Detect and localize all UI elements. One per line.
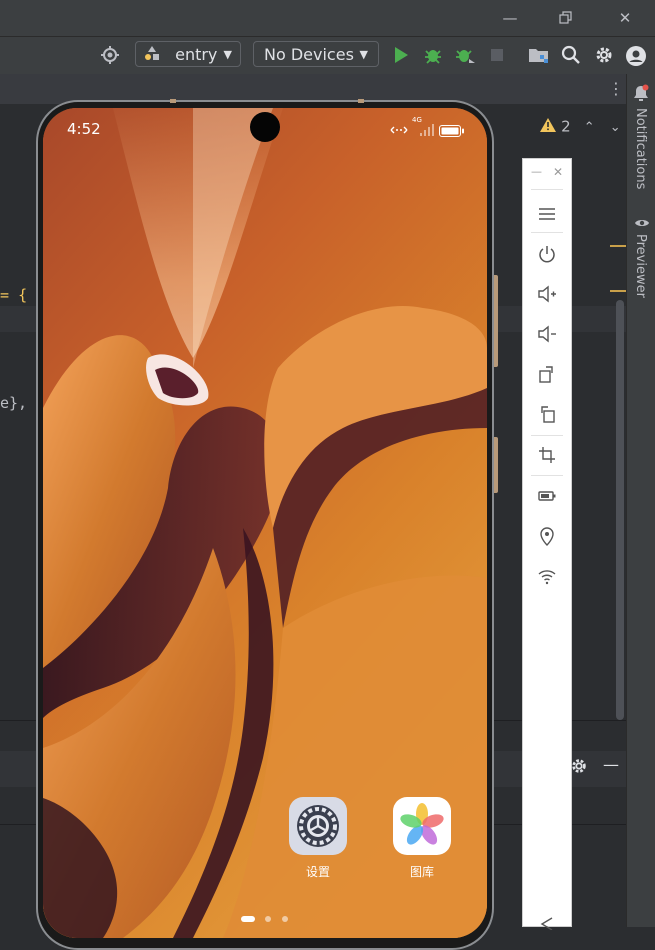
notifications-tab[interactable] xyxy=(633,84,649,106)
app-label: 设置 xyxy=(305,865,330,879)
bell-icon xyxy=(633,84,649,106)
gear-icon[interactable] xyxy=(570,757,588,779)
avatar[interactable] xyxy=(625,45,647,67)
divider xyxy=(531,189,563,190)
divider xyxy=(531,475,563,476)
power-button xyxy=(494,437,498,493)
power-icon[interactable] xyxy=(536,243,558,265)
target-icon[interactable] xyxy=(100,45,122,67)
code-line-e-brace: e}, xyxy=(0,394,28,412)
app-label: 图库 xyxy=(409,865,434,879)
frame-detail xyxy=(358,99,364,103)
right-tool-strip: Notifications Previewer xyxy=(626,74,655,927)
next-highlight-icon[interactable]: ⌄ xyxy=(610,120,621,135)
divider xyxy=(531,435,563,436)
notifications-tab-label[interactable]: Notifications xyxy=(633,108,648,189)
app-settings[interactable] xyxy=(289,797,347,855)
project-structure-icon[interactable] xyxy=(528,45,550,67)
hide-panel-icon[interactable]: — xyxy=(603,755,619,774)
clock: 4:52 xyxy=(67,120,101,138)
minimize-icon[interactable]: — xyxy=(531,165,542,178)
warning-stripe-mark[interactable] xyxy=(610,290,626,292)
gear-icon[interactable] xyxy=(594,45,616,67)
module-name: entry xyxy=(175,45,218,64)
previewer-tab-label[interactable]: Previewer xyxy=(633,234,648,298)
location-icon[interactable] xyxy=(536,525,558,547)
hotspot-icon xyxy=(389,121,409,140)
front-camera xyxy=(250,112,280,142)
debug-icon[interactable] xyxy=(423,45,445,67)
close-icon[interactable]: ✕ xyxy=(553,165,563,179)
inspection-widget[interactable]: 2 ⌃ ⌄ xyxy=(540,116,621,136)
more-options-icon[interactable]: ⋮ xyxy=(608,80,624,98)
signal-icon xyxy=(420,121,436,140)
run-icon[interactable] xyxy=(392,45,414,67)
minimize-icon[interactable]: — xyxy=(496,6,524,30)
chevron-down-icon: ▼ xyxy=(223,48,232,61)
app-gallery[interactable] xyxy=(393,797,451,855)
volume-button xyxy=(494,275,498,367)
battery-icon xyxy=(439,122,465,141)
attach-debugger-icon[interactable] xyxy=(455,45,477,67)
module-icon xyxy=(144,43,162,69)
search-icon[interactable] xyxy=(561,45,583,67)
chevron-down-icon: ▼ xyxy=(359,48,368,61)
battery-icon[interactable] xyxy=(536,485,558,507)
eye-icon xyxy=(634,214,650,233)
status-bar: 4:52 4G xyxy=(43,108,487,148)
restore-icon[interactable] xyxy=(552,6,580,30)
gallery-icon xyxy=(393,803,451,859)
close-icon[interactable]: ✕ xyxy=(611,6,639,30)
volume-down-icon[interactable] xyxy=(536,323,558,345)
page-dot[interactable] xyxy=(282,916,288,922)
warning-stripe-mark[interactable] xyxy=(610,245,626,247)
rotate-counterclockwise-icon[interactable] xyxy=(536,403,558,425)
settings-icon xyxy=(289,805,347,859)
stop-icon[interactable] xyxy=(489,45,511,67)
device-screen[interactable]: 4:52 4G 设置 图库 xyxy=(43,108,487,938)
code-line-brace: = { xyxy=(0,286,28,304)
back-icon[interactable] xyxy=(536,915,558,937)
volume-up-icon[interactable] xyxy=(536,283,558,305)
previous-highlight-icon[interactable]: ⌃ xyxy=(584,120,595,135)
page-dot[interactable] xyxy=(265,916,271,922)
page-dot-active[interactable] xyxy=(241,916,255,922)
screenshot-crop-icon[interactable] xyxy=(536,444,558,466)
emulator-control-panel: — ✕ xyxy=(522,158,572,931)
warning-icon xyxy=(540,117,556,136)
vertical-scrollbar[interactable] xyxy=(616,300,624,720)
rotate-clockwise-icon[interactable] xyxy=(536,363,558,385)
menu-icon[interactable] xyxy=(536,203,558,225)
main-toolbar: entry ▼ No Devices ▼ xyxy=(0,36,655,75)
divider xyxy=(531,232,563,233)
warning-count: 2 xyxy=(561,117,571,136)
device-selector-label: No Devices xyxy=(264,45,354,64)
frame-detail xyxy=(170,99,176,103)
module-selector[interactable]: entry ▼ xyxy=(135,41,241,67)
title-bar: — ✕ xyxy=(0,0,655,36)
device-selector[interactable]: No Devices ▼ xyxy=(253,41,379,67)
wifi-icon[interactable] xyxy=(536,565,558,587)
